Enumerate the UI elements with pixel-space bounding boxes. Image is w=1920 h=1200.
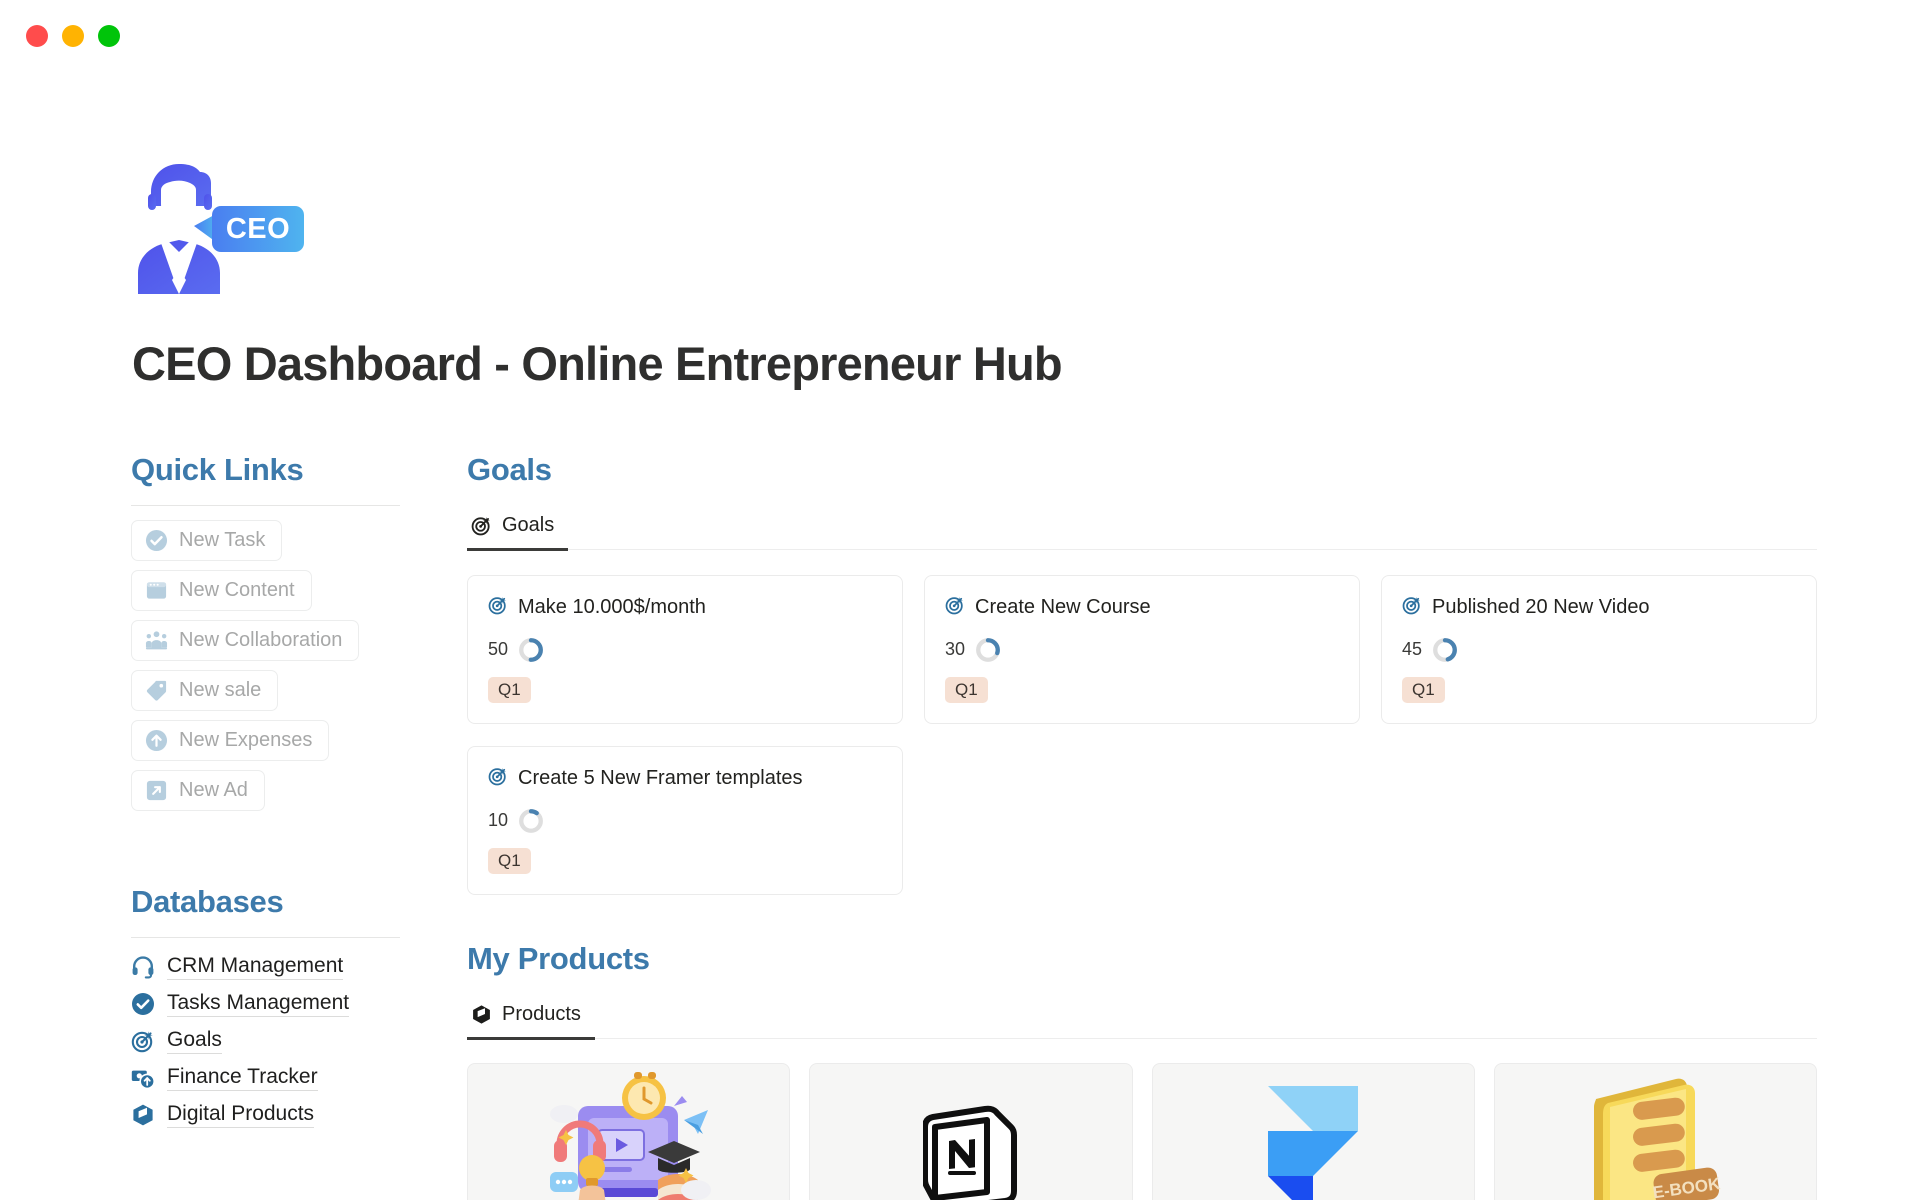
goal-title: Create 5 New Framer templates [518,766,803,789]
tab-label: Goals [502,513,555,536]
quick-link-new-task[interactable]: New Task [131,519,283,561]
sidebar: Quick Links New Task New Content New Col… [0,452,400,1128]
database-link-crm-management[interactable]: CRM Management [131,954,400,980]
target-icon [1402,595,1422,620]
quick-link-new-sale[interactable]: New sale [131,669,279,711]
goal-card[interactable]: Published 20 New Video 45 Q1 [1381,574,1817,724]
goal-value: 45 [1402,639,1423,660]
database-link-finance-tracker[interactable]: Finance Tracker [131,1065,400,1091]
ebook-illustration: E-BOOK [1580,1073,1730,1200]
database-link-tasks-management[interactable]: Tasks Management [131,991,400,1017]
databases-divider [131,936,400,938]
product-card[interactable]: E-BOOK [1493,1062,1817,1200]
goal-title: Create New Course [975,595,1151,618]
cube-icon [471,1004,492,1025]
database-link-goals[interactable]: Goals [131,1028,400,1054]
target-icon [131,1029,155,1053]
target-icon [471,515,492,536]
products-tabbar: Products [467,999,1817,1040]
page-body: CEO CEO Dashboard - Online Entrepreneur … [0,154,1920,1200]
database-link-label: Goals [167,1028,222,1054]
arrow-up-circle-icon [145,729,168,752]
headset-icon [131,955,155,979]
databases-heading: Databases [131,883,284,919]
progress-donut [519,637,543,662]
goal-quarter-badge: Q1 [1402,676,1445,703]
quick-link-label: New Collaboration [179,628,343,651]
browser-window-icon [145,579,168,602]
quick-link-new-expenses[interactable]: New Expenses [131,719,330,761]
ceo-avatar-icon: CEO [134,154,306,294]
page-title: CEO Dashboard - Online Entrepreneur Hub [132,337,1063,390]
progress-donut [976,637,1000,662]
notion-logo [922,1101,1019,1200]
tab-goals[interactable]: Goals [467,510,569,551]
check-circle-icon [145,529,168,552]
quick-link-new-ad[interactable]: New Ad [131,769,265,811]
quick-links-divider [131,504,400,506]
goal-quarter-badge: Q1 [488,847,531,874]
framer-logo [1264,1084,1362,1200]
main-content: Goals Goals Make 10.000$/month 50 Q1 Cre… [400,452,1920,1200]
target-icon [488,766,508,791]
goal-value: 10 [488,810,509,831]
database-link-label: Tasks Management [167,991,350,1017]
close-window-button[interactable] [26,25,48,47]
check-circle-icon [131,992,155,1016]
database-link-label: CRM Management [167,954,344,980]
database-link-label: Finance Tracker [167,1065,318,1091]
tab-label: Products [502,1002,581,1025]
quick-link-label: New Task [179,528,266,551]
quick-link-label: New Ad [179,778,248,801]
goals-heading: Goals [467,451,552,487]
product-card[interactable] [467,1062,791,1200]
progress-donut [1433,637,1457,662]
goal-card[interactable]: Make 10.000$/month 50 Q1 [467,574,903,724]
goal-card[interactable]: Create New Course 30 Q1 [924,574,1360,724]
goal-value: 50 [488,639,509,660]
goals-card-grid: Make 10.000$/month 50 Q1 Create New Cour… [467,574,1817,895]
window-titlebar [0,0,1920,72]
tag-icon [145,679,168,702]
quick-link-label: New Expenses [179,728,313,751]
product-card[interactable] [1151,1062,1475,1200]
goal-title: Published 20 New Video [1432,595,1650,618]
product-card[interactable] [809,1062,1133,1200]
quick-link-new-collaboration[interactable]: New Collaboration [131,619,360,661]
goal-title: Make 10.000$/month [518,595,706,618]
target-icon [945,595,965,620]
minimize-window-button[interactable] [62,25,84,47]
goal-card[interactable]: Create 5 New Framer templates 10 Q1 [467,745,903,895]
people-group-icon [145,629,168,652]
goal-value: 30 [945,639,966,660]
target-icon [488,595,508,620]
goal-quarter-badge: Q1 [945,676,988,703]
quick-link-label: New Content [179,578,295,601]
maximize-window-button[interactable] [98,25,120,47]
quick-link-label: New sale [179,678,262,701]
products-card-grid: E-BOOK [467,1062,1817,1200]
database-link-label: Digital Products [167,1102,315,1128]
quick-links-list: New Task New Content New Collaboration N… [131,519,400,811]
online-course-illustration [536,1068,721,1200]
arrow-external-icon [145,779,168,802]
svg-text:CEO: CEO [226,213,290,245]
products-heading: My Products [467,940,650,976]
cube-icon [131,1103,155,1127]
goal-quarter-badge: Q1 [488,676,531,703]
money-exchange-icon [131,1066,155,1090]
database-link-digital-products[interactable]: Digital Products [131,1102,400,1128]
tab-products[interactable]: Products [467,999,595,1040]
quick-link-new-content[interactable]: New Content [131,569,312,611]
databases-list: CRM Management Tasks Management Goals Fi… [131,954,400,1128]
progress-donut [519,808,543,833]
goals-tabbar: Goals [467,510,1817,551]
quick-links-heading: Quick Links [131,451,304,487]
